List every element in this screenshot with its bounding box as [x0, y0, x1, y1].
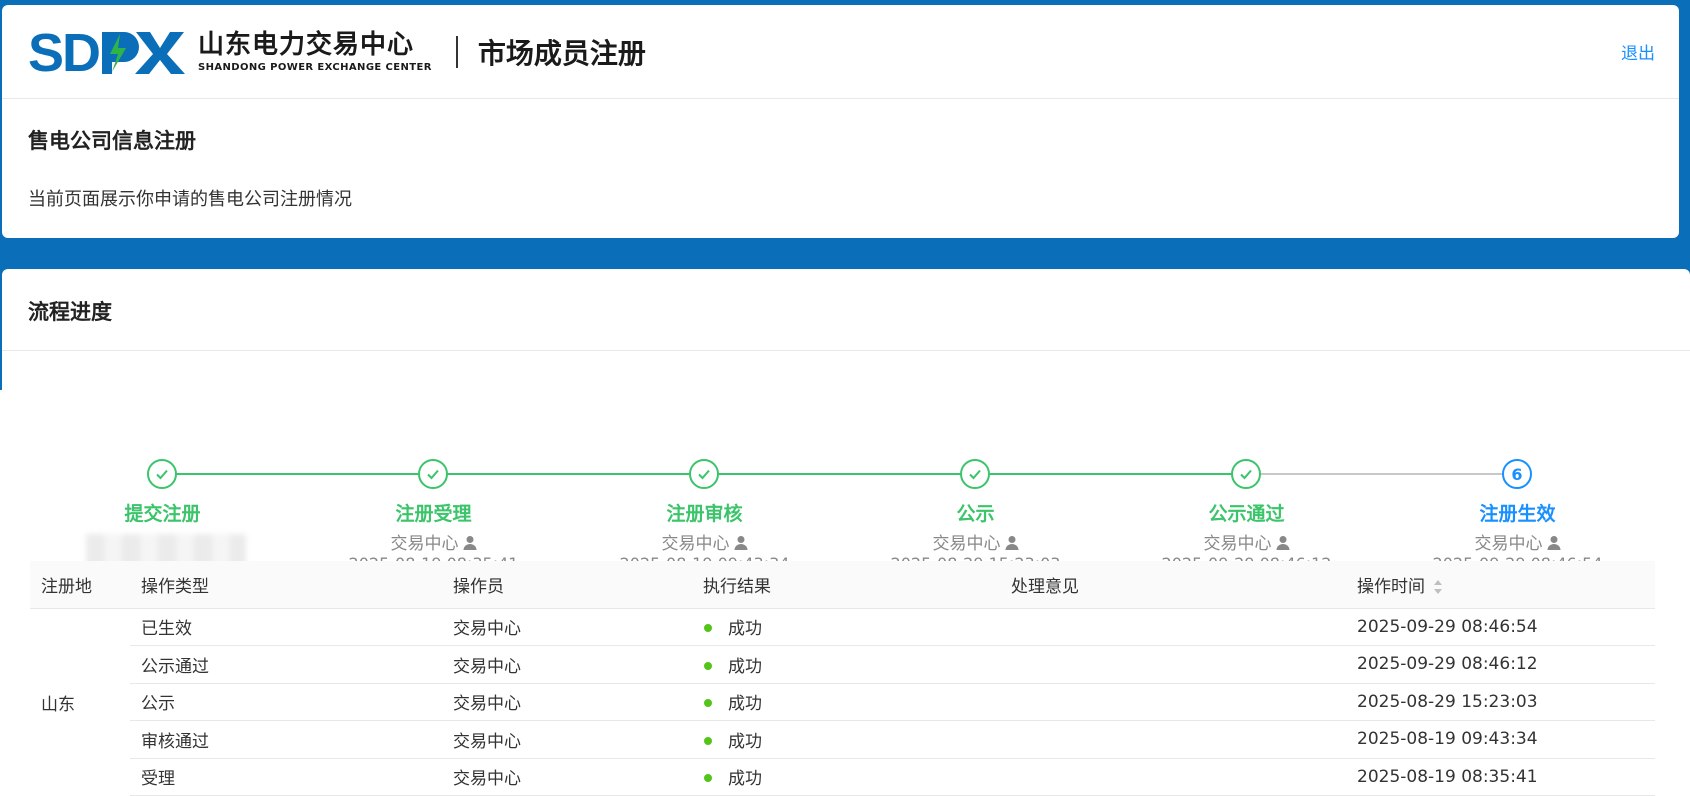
opinion-cell — [1000, 608, 1346, 646]
step-1-check-icon — [147, 459, 177, 489]
step-3-operator: 交易中心 — [569, 529, 840, 554]
step-5-operator: 交易中心 — [1111, 529, 1382, 554]
result-cell: 成功 — [692, 645, 1000, 684]
operation-type-cell: 受理 — [130, 758, 442, 796]
success-dot-icon — [704, 661, 712, 670]
column-header-operation-type: 操作类型 — [130, 561, 442, 609]
header-divider — [455, 35, 458, 68]
operator-cell: 交易中心 — [442, 645, 692, 684]
operation-type-cell: 公示 — [130, 683, 442, 721]
step-5-check-icon — [1231, 459, 1261, 489]
header-card: SD 山东电力交易中心 SHANDONG POWER EXCHANGE CENT… — [2, 5, 1679, 238]
operator-cell: 交易中心 — [442, 683, 692, 721]
result-text: 成功 — [728, 769, 762, 790]
opinion-cell — [1000, 720, 1346, 759]
step-6-title: 注册生效 — [1479, 503, 1556, 525]
user-icon — [463, 536, 476, 550]
opinion-cell — [1000, 645, 1346, 684]
logo-english-name: SHANDONG POWER EXCHANGE CENTER — [198, 62, 432, 73]
step-2-operator-name: 交易中心 — [390, 534, 459, 554]
column-header-opinion: 处理意见 — [1000, 561, 1346, 609]
column-header-region: 注册地 — [30, 561, 130, 609]
step-5-operator-name: 交易中心 — [1203, 534, 1272, 554]
step-connector-pending — [1246, 473, 1516, 475]
result-cell: 成功 — [692, 758, 1000, 796]
operation-type-cell: 审核通过 — [130, 720, 442, 759]
intro-section: 售电公司信息注册 当前页面展示你申请的售电公司注册情况 — [2, 99, 1679, 211]
operator-cell: 交易中心 — [442, 758, 692, 796]
table-row: 审核通过 交易中心 成功 2025-08-19 09:43:34 — [30, 720, 1655, 759]
operator-cell: 交易中心 — [442, 720, 692, 759]
logout-link[interactable]: 退出 — [1621, 39, 1655, 64]
result-text: 成功 — [728, 694, 762, 715]
success-dot-icon — [704, 774, 712, 783]
success-dot-icon — [704, 624, 712, 633]
table-header-row: 注册地 操作类型 操作员 执行结果 处理意见 操作时间 — [30, 561, 1655, 609]
user-icon — [1276, 536, 1289, 550]
user-icon — [1547, 536, 1560, 550]
result-cell: 成功 — [692, 720, 1000, 759]
operator-cell: 交易中心 — [442, 608, 692, 646]
step-4-operator-name: 交易中心 — [932, 534, 1001, 554]
sort-icon[interactable] — [1433, 579, 1443, 595]
table-row: 公示 交易中心 成功 2025-08-29 15:23:03 — [30, 683, 1655, 721]
result-text: 成功 — [728, 656, 762, 677]
table-row: 公示通过 交易中心 成功 2025-09-29 08:46:12 — [30, 645, 1655, 684]
result-text: 成功 — [728, 619, 762, 640]
operation-log-table: 注册地 操作类型 操作员 执行结果 处理意见 操作时间 山东 已生效 交易中心 … — [30, 561, 1655, 796]
user-icon — [734, 536, 747, 550]
page-title: 市场成员注册 — [477, 36, 646, 70]
step-1-title: 提交注册 — [124, 503, 201, 525]
table-row: 山东 已生效 交易中心 成功 2025-09-29 08:46:54 — [30, 608, 1655, 715]
region-cell: 山东 — [41, 694, 75, 715]
step-5-title: 公示通过 — [1208, 503, 1285, 525]
success-dot-icon — [704, 736, 712, 745]
user-icon — [1005, 536, 1018, 550]
column-header-result: 执行结果 — [692, 561, 1000, 609]
operation-type-cell: 已生效 — [130, 608, 442, 646]
time-cell: 2025-09-29 08:46:54 — [1346, 608, 1655, 646]
opinion-cell — [1000, 758, 1346, 796]
column-header-operator: 操作员 — [442, 561, 692, 609]
step-2-operator: 交易中心 — [298, 529, 569, 554]
progress-title: 流程进度 — [2, 269, 1690, 351]
table-row: 受理 交易中心 成功 2025-08-19 08:35:41 — [30, 758, 1655, 796]
step-4-operator: 交易中心 — [840, 529, 1111, 554]
time-cell: 2025-08-19 08:35:41 — [1346, 758, 1655, 796]
step-2-title: 注册受理 — [395, 503, 472, 525]
intro-description: 当前页面展示你申请的售电公司注册情况 — [28, 189, 352, 210]
success-dot-icon — [704, 699, 712, 708]
step-4-title: 公示 — [956, 503, 995, 525]
operation-type-cell: 公示通过 — [130, 645, 442, 684]
opinion-cell — [1000, 683, 1346, 721]
logo-chinese-name: 山东电力交易中心 — [198, 30, 415, 60]
column-header-operation-time-label: 操作时间 — [1357, 576, 1425, 597]
step-6-operator: 交易中心 — [1382, 529, 1653, 554]
svg-text:SD: SD — [28, 26, 99, 78]
step-4-check-icon — [960, 459, 990, 489]
time-cell: 2025-08-29 15:23:03 — [1346, 683, 1655, 721]
step-6-operator-name: 交易中心 — [1474, 534, 1543, 554]
progress-steps: 提交注册 2025-08-18 16:36:10 注册受理 交易中心 2025-… — [2, 351, 1690, 603]
step-3-title: 注册审核 — [666, 503, 743, 525]
time-cell: 2025-09-29 08:46:12 — [1346, 645, 1655, 684]
column-header-operation-time[interactable]: 操作时间 — [1346, 561, 1655, 609]
step-3-operator-name: 交易中心 — [661, 534, 730, 554]
app-header: SD 山东电力交易中心 SHANDONG POWER EXCHANGE CENT… — [2, 5, 1679, 99]
result-text: 成功 — [728, 731, 762, 752]
step-3-check-icon — [689, 459, 719, 489]
time-cell: 2025-08-19 09:43:34 — [1346, 720, 1655, 759]
sdpx-logo-icon: SD — [28, 26, 185, 78]
result-cell: 成功 — [692, 683, 1000, 721]
intro-title: 售电公司信息注册 — [28, 129, 196, 153]
result-cell: 成功 — [692, 608, 1000, 646]
step-6-number: 6 — [1502, 459, 1532, 489]
step-2-check-icon — [418, 459, 448, 489]
progress-card: 流程进度 提交注册 2025-08-18 16:36:10 注册受理 交易中心 … — [2, 269, 1690, 796]
logo: SD 山东电力交易中心 SHANDONG POWER EXCHANGE CENT… — [28, 26, 432, 78]
